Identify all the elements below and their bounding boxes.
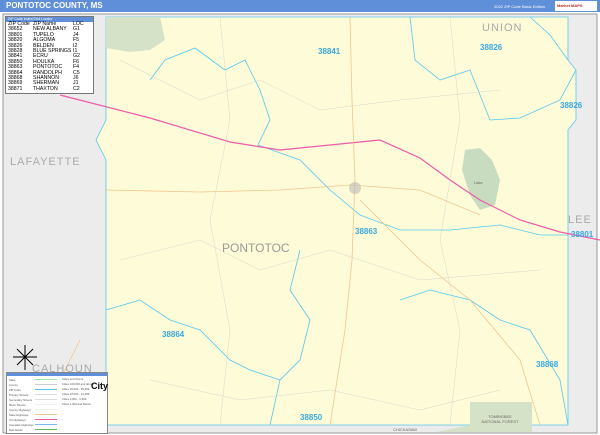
legend-city-class: Cities 1,000 - 9,999 — [62, 397, 87, 401]
zip-label-38864: 38864 — [162, 330, 185, 339]
legend-line-swatch — [35, 414, 57, 415]
legend-item: State — [9, 378, 16, 382]
pontotoc-county-area — [95, 16, 577, 426]
legend-line-swatch — [35, 409, 57, 410]
zip-label-38826-east: 38826 — [560, 101, 583, 110]
legend-item: State Highways — [9, 413, 29, 417]
legend-line-swatch — [35, 389, 57, 390]
zip-table-cell: 38871 — [8, 85, 23, 92]
zip-label-38801: 38801 — [571, 230, 594, 239]
county-label-lee: LEE — [568, 214, 592, 226]
zip-table-cell: C2 — [73, 85, 80, 92]
zip-index-table: ZIP Code Index/Grid Locator ZIP Code ZIP… — [5, 16, 94, 94]
pontotoc-city — [349, 182, 361, 194]
county-label-union: UNION — [482, 22, 523, 34]
legend-item: Primary Streets — [9, 393, 29, 397]
legend-line-swatch — [35, 404, 57, 405]
header-bar: PONTOTOC COUNTY, MS 2022 ZIP Code Basic … — [0, 0, 600, 12]
legend-line-swatch — [35, 424, 57, 425]
county-label-chickasaw: CHICKASAW — [393, 427, 418, 432]
legend-item: ZIP Code — [9, 388, 21, 392]
zip-label-38841: 38841 — [318, 47, 341, 56]
legend-item: US Highways — [9, 418, 26, 422]
legend-header — [7, 373, 107, 376]
legend-item: Rail Roads — [9, 428, 23, 432]
legend-line-swatch — [35, 384, 57, 385]
legend-cities-title: Cities and Towns — [62, 377, 84, 381]
publisher-logo: Market MAPS — [555, 1, 597, 11]
zip-label-38850: 38850 — [300, 413, 323, 422]
county-label-lafayette: LAFAYETTE — [10, 156, 81, 168]
legend-item: Interstate Highways — [9, 423, 34, 427]
legend-line-swatch — [35, 379, 57, 380]
zip-label-38826: 38826 — [480, 43, 503, 52]
legend-item: Minor Streets — [9, 403, 26, 407]
legend-line-swatch — [35, 399, 57, 400]
city-symbol-sample: City — [91, 381, 109, 391]
legend-city-class: Cities 25,000 - 99,999 — [62, 387, 90, 391]
forest-label: TOMBIGBEE NATIONAL FOREST — [481, 414, 519, 424]
zip-label-38868: 38868 — [536, 360, 559, 369]
map-legend: Cities and Towns State County ZIP Code Prim… — [6, 372, 108, 434]
legend-item: County — [9, 383, 18, 387]
legend-city-class: Cities 1,000 and Below — [62, 402, 91, 406]
zip-table-row: 38871 THAXTON C2 — [6, 85, 93, 92]
city-label-pontotoc: PONTOTOC — [222, 241, 290, 255]
legend-line-swatch — [35, 419, 57, 420]
zip-table-cell: THAXTON — [33, 85, 58, 92]
legend-item: County Highways — [9, 408, 31, 412]
legend-item: Secondary Streets — [9, 398, 33, 402]
legend-line-swatch — [35, 429, 57, 430]
legend-city-class: Cities 100,000 and above — [62, 382, 94, 386]
legend-line-swatch — [35, 394, 57, 395]
edition-label: 2022 ZIP Code Basic Edition — [494, 4, 546, 9]
legend-city-class: Cities 10,000 - 24,999 — [62, 392, 90, 396]
zip-label-38863: 38863 — [355, 227, 378, 236]
map-title: PONTOTOC COUNTY, MS — [6, 1, 103, 10]
lake-label: Lake — [474, 180, 483, 185]
